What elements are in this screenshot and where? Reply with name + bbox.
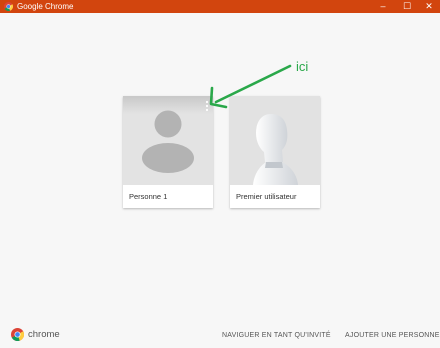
- profile-name-label: Premier utilisateur: [236, 192, 297, 201]
- profile-menu-kebab-icon[interactable]: [203, 99, 211, 113]
- mannequin-bust-avatar-icon: [253, 114, 298, 185]
- annotation-arrow: [209, 64, 292, 109]
- profile-card-personne-1[interactable]: Personne 1: [123, 96, 213, 208]
- maximize-button[interactable]: ☐: [396, 0, 418, 13]
- profile-name-label: Personne 1: [129, 192, 168, 201]
- browse-as-guest-button[interactable]: NAVIGUER EN TANT QU'INVITÉ: [222, 331, 331, 341]
- chrome-wordmark: chrome: [28, 329, 60, 340]
- chrome-logo-icon: [11, 328, 24, 341]
- profile-card-premier-utilisateur[interactable]: Premier utilisateur: [230, 96, 320, 208]
- chrome-app-icon: [4, 2, 13, 11]
- window-titlebar: Google Chrome – ☐ ✕: [0, 0, 440, 13]
- add-person-button[interactable]: AJOUTER UNE PERSONNE: [345, 331, 440, 341]
- default-person-avatar-icon: [142, 110, 194, 173]
- close-button[interactable]: ✕: [418, 0, 440, 13]
- annotation-label: ici: [296, 59, 309, 74]
- profile-avatar: [230, 96, 320, 185]
- minimize-button[interactable]: –: [372, 0, 394, 13]
- profile-avatar: [123, 96, 213, 185]
- window-title: Google Chrome: [17, 2, 74, 11]
